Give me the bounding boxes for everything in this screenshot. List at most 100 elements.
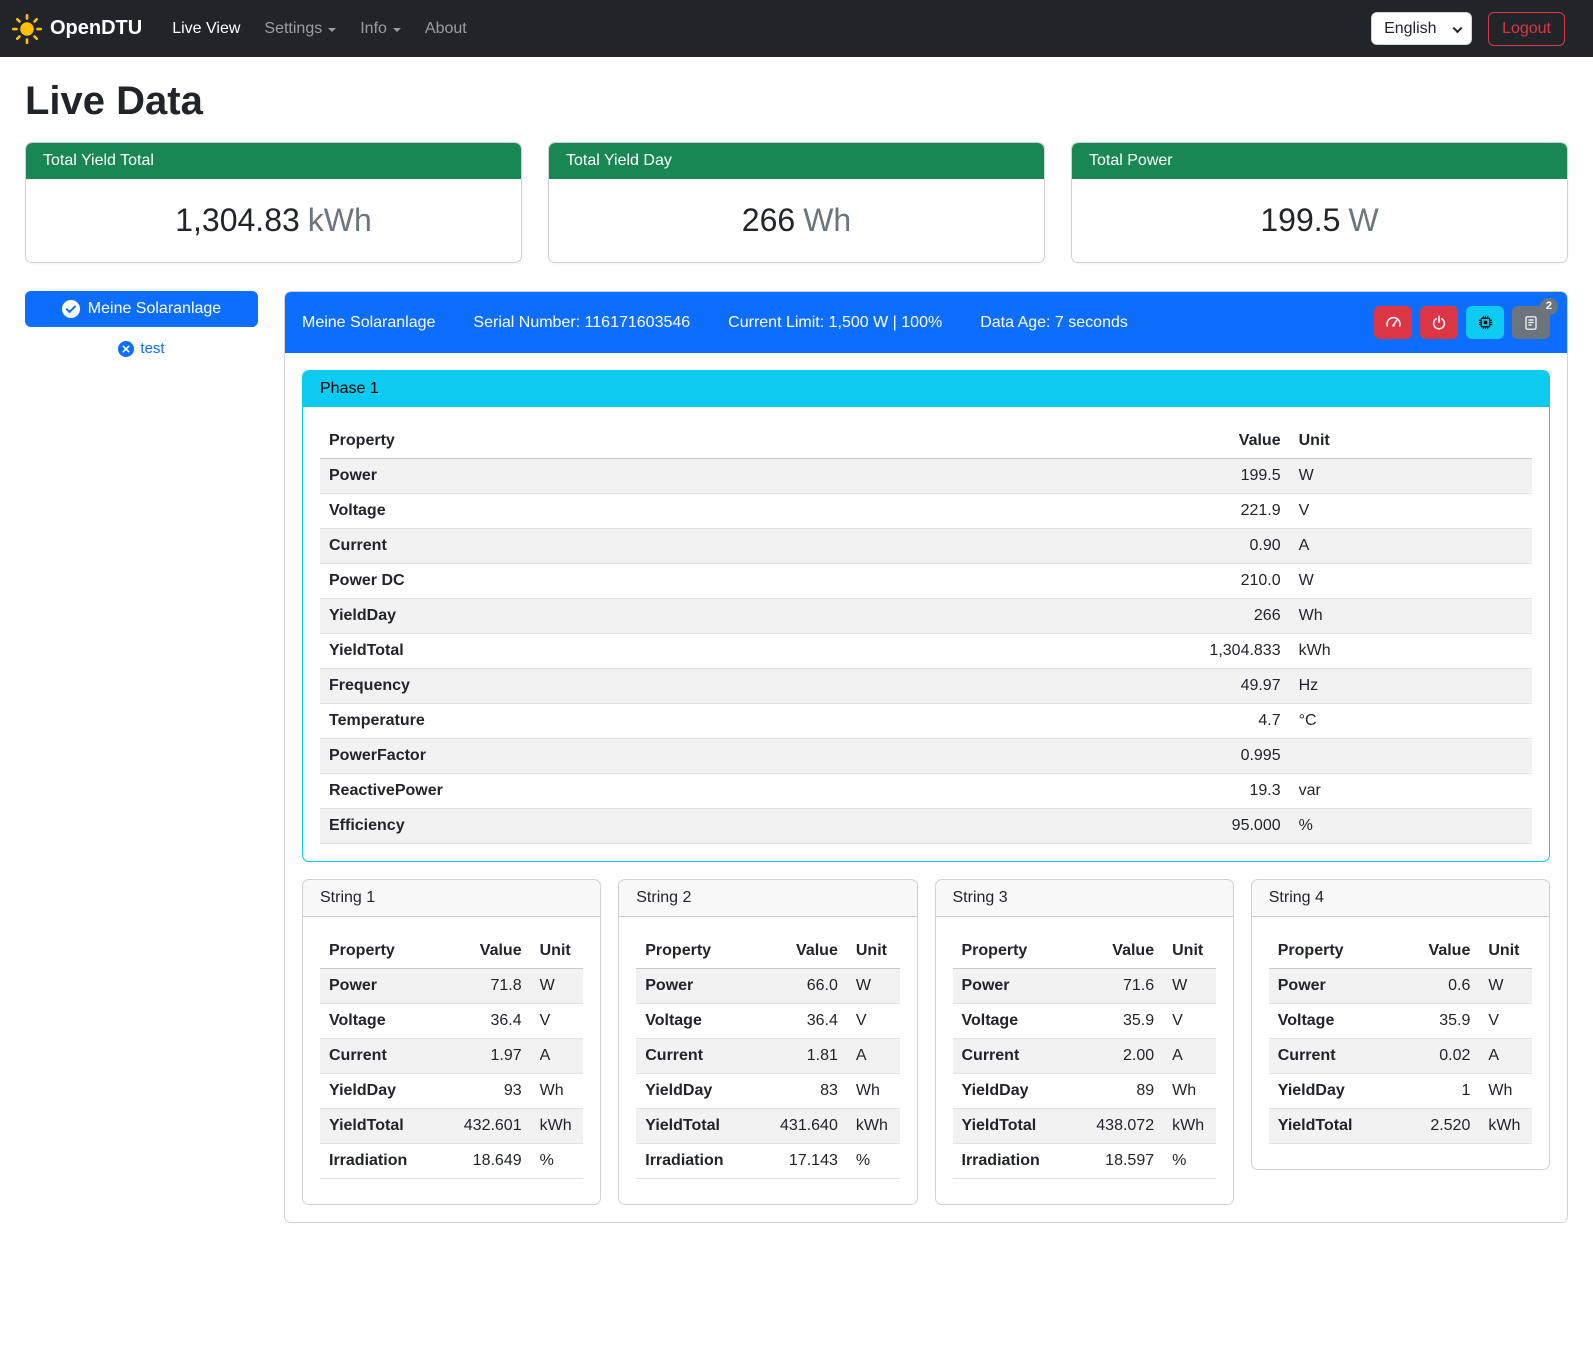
phase-card-body: Property Value Unit Power199.5WVoltage22… (303, 407, 1549, 861)
caret-down-icon (328, 28, 336, 32)
unit-cell: kWh (531, 1109, 584, 1144)
property-cell: PowerFactor (320, 739, 898, 774)
inverter-select-button[interactable]: Meine Solaranlage (25, 291, 258, 327)
nav-item-live-view-label: Live View (172, 20, 240, 38)
unit-cell: var (1290, 774, 1532, 809)
brand[interactable]: OpenDTU (12, 14, 142, 44)
value-cell: 0.02 (1397, 1039, 1480, 1074)
column-header-unit: Unit (1479, 934, 1532, 969)
power-button[interactable] (1420, 306, 1458, 339)
card-value-area: 266Wh (549, 179, 1044, 262)
phase-table-head: Property Value Unit (320, 424, 1532, 459)
value-cell: 1.81 (754, 1039, 847, 1074)
table-header-row: Property Value Unit (1269, 934, 1532, 969)
event-log-button[interactable]: 2 (1512, 306, 1550, 339)
unit-cell: % (1163, 1144, 1216, 1179)
unit-cell: A (531, 1039, 584, 1074)
property-cell: Power (636, 969, 754, 1004)
total-power-card: Total Power 199.5W (1071, 142, 1568, 263)
inverter-item-test[interactable]: test (25, 340, 258, 357)
property-cell: Temperature (320, 704, 898, 739)
value-cell: 93 (438, 1074, 531, 1109)
value-cell: 0.6 (1397, 969, 1480, 1004)
string-table-head: Property Value Unit (320, 934, 583, 969)
string-3-body: Property Value Unit Power71.6WVoltage35.… (936, 917, 1233, 1204)
cpu-chip-icon (1477, 314, 1494, 331)
summary-cards-row: Total Yield Total 1,304.83kWh Total Yiel… (25, 142, 1568, 263)
device-info-button[interactable] (1466, 306, 1504, 339)
property-cell: Frequency (320, 669, 898, 704)
unit-cell: W (1290, 459, 1532, 494)
value-cell: 2.520 (1397, 1109, 1480, 1144)
unit-cell: W (531, 969, 584, 1004)
property-cell: YieldTotal (1269, 1109, 1397, 1144)
column-header-unit: Unit (1290, 424, 1532, 459)
unit-cell: Hz (1290, 669, 1532, 704)
content-row: Meine Solaranlage test Meine Solaranlage… (25, 291, 1568, 1223)
value-cell: 438.072 (1070, 1109, 1163, 1144)
unit-cell: V (1479, 1004, 1532, 1039)
nav-item-about-label: About (425, 20, 467, 38)
nav-item-info[interactable]: Info (352, 12, 409, 46)
total-yield-total-value: 1,304.83 (175, 202, 300, 238)
table-row: YieldTotal1,304.833kWh (320, 634, 1532, 669)
value-cell: 89 (1070, 1074, 1163, 1109)
total-yield-total-card: Total Yield Total 1,304.83kWh (25, 142, 522, 263)
value-cell: 19.3 (898, 774, 1289, 809)
column-header-value: Value (754, 934, 847, 969)
column-header-unit: Unit (1163, 934, 1216, 969)
nav-item-live-view[interactable]: Live View (164, 12, 248, 46)
logout-button[interactable]: Logout (1488, 12, 1565, 46)
string-4-table: Property Value Unit Power0.6WVoltage35.9… (1269, 934, 1532, 1144)
inverter-list-sidebar: Meine Solaranlage test (25, 291, 258, 357)
table-header-row: Property Value Unit (636, 934, 899, 969)
column-header-value: Value (1070, 934, 1163, 969)
property-cell: YieldDay (636, 1074, 754, 1109)
property-cell: Voltage (320, 494, 898, 529)
property-cell: Current (636, 1039, 754, 1074)
string-1-table-body: Power71.8WVoltage36.4VCurrent1.97AYieldD… (320, 969, 583, 1179)
property-cell: Current (320, 529, 898, 564)
string-2-title: String 2 (619, 880, 916, 917)
check-circle-icon (62, 300, 80, 318)
limit-settings-button[interactable] (1374, 306, 1412, 339)
value-cell: 35.9 (1397, 1004, 1480, 1039)
string-2-card: String 2 Property Value Unit (618, 879, 917, 1205)
property-cell: Efficiency (320, 809, 898, 844)
unit-cell: V (1163, 1004, 1216, 1039)
table-row: Efficiency95.000% (320, 809, 1532, 844)
table-row: Current1.97A (320, 1039, 583, 1074)
value-cell: 221.9 (898, 494, 1289, 529)
table-row: PowerFactor0.995 (320, 739, 1532, 774)
string-1-body: Property Value Unit Power71.8WVoltage36.… (303, 917, 600, 1204)
value-cell: 83 (754, 1074, 847, 1109)
property-cell: Voltage (320, 1004, 438, 1039)
language-select[interactable]: English (1371, 12, 1472, 45)
column-header-unit: Unit (847, 934, 900, 969)
table-row: Irradiation18.597% (953, 1144, 1216, 1179)
property-cell: Power (1269, 969, 1397, 1004)
nav-item-settings[interactable]: Settings (256, 12, 344, 46)
string-4-body: Property Value Unit Power0.6WVoltage35.9… (1252, 917, 1549, 1169)
property-cell: Current (320, 1039, 438, 1074)
table-row: Power0.6W (1269, 969, 1532, 1004)
table-row: YieldDay1Wh (1269, 1074, 1532, 1109)
table-row: Power199.5W (320, 459, 1532, 494)
selected-inverter-label: Meine Solaranlage (88, 300, 221, 318)
string-1-table: Property Value Unit Power71.8WVoltage36.… (320, 934, 583, 1179)
string-table-head: Property Value Unit (636, 934, 899, 969)
unit-cell: Wh (1479, 1074, 1532, 1109)
string-1-title: String 1 (303, 880, 600, 917)
caret-down-icon (393, 28, 401, 32)
value-cell: 18.649 (438, 1144, 531, 1179)
table-row: Temperature4.7°C (320, 704, 1532, 739)
unit-cell: kWh (1290, 634, 1532, 669)
property-cell: Irradiation (320, 1144, 438, 1179)
table-row: YieldTotal432.601kWh (320, 1109, 583, 1144)
unit-cell: V (847, 1004, 900, 1039)
table-row: YieldTotal431.640kWh (636, 1109, 899, 1144)
nav-item-about[interactable]: About (417, 12, 475, 46)
table-row: ReactivePower19.3var (320, 774, 1532, 809)
unit-cell: kWh (1163, 1109, 1216, 1144)
value-cell: 1,304.833 (898, 634, 1289, 669)
